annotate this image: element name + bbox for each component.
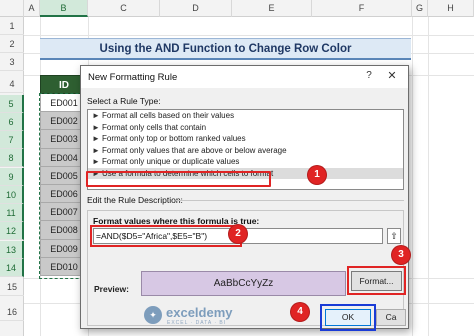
ok-highlight-box	[320, 304, 376, 331]
step-badge-4: 4	[291, 303, 309, 321]
grid-line	[412, 17, 413, 336]
row-header-14[interactable]: 14	[0, 259, 24, 277]
row-header-1[interactable]: 1	[0, 17, 24, 35]
column-header-c[interactable]: C	[88, 0, 160, 17]
arrow-right-icon: ►	[92, 157, 100, 166]
column-header-d[interactable]: D	[160, 0, 232, 17]
row-header-8[interactable]: 8	[0, 149, 24, 167]
grid-line	[24, 35, 474, 36]
row-header-11[interactable]: 11	[0, 204, 24, 222]
arrow-right-icon: ►	[92, 122, 100, 132]
divider	[176, 200, 404, 201]
preview-box: AaBbCcYyZz	[141, 271, 346, 296]
row-header-4[interactable]: 4	[0, 75, 24, 93]
column-header-g[interactable]: G	[412, 0, 428, 17]
row-header-15[interactable]: 15	[0, 278, 24, 296]
rule-type-item[interactable]: ► Format only unique or duplicate values	[88, 156, 403, 168]
column-header-bar: A B C D E F G H	[0, 0, 474, 17]
row-header-7[interactable]: 7	[0, 131, 24, 149]
sheet-title-cell[interactable]: Using the AND Function to Change Row Col…	[40, 38, 411, 60]
arrow-right-icon: ►	[92, 134, 100, 143]
arrow-right-icon: ►	[92, 145, 100, 155]
preview-label: Preview:	[94, 284, 129, 294]
row-header-10[interactable]: 10	[0, 186, 24, 204]
step-badge-2: 2	[229, 225, 247, 243]
column-header-a[interactable]: A	[24, 0, 40, 17]
rule-type-item[interactable]: ► Format all cells based on their values	[88, 110, 403, 122]
select-all-corner[interactable]	[0, 0, 24, 17]
new-formatting-rule-dialog: New Formatting Rule ? ✕ Select a Rule Ty…	[80, 65, 409, 331]
cancel-button[interactable]: Ca	[376, 309, 406, 326]
format-highlight-box	[347, 266, 406, 295]
exceldemy-watermark: ✦ exceldemy EXCEL · DATA · BI	[144, 304, 284, 328]
sheet-title: Using the AND Function to Change Row Col…	[99, 43, 352, 55]
row-header-12[interactable]: 12	[0, 222, 24, 240]
row-header-bar: 1 2 3 4 5 6 7 8 9 10 11 12 13 14 15 16	[0, 17, 24, 336]
step-badge-1: 1	[308, 166, 326, 184]
rule-type-item[interactable]: ► Format only top or bottom ranked values	[88, 133, 403, 145]
row-header-9[interactable]: 9	[0, 168, 24, 186]
watermark-name: exceldemy	[166, 305, 233, 320]
step-badge-3: 3	[392, 246, 410, 264]
row-header-13[interactable]: 13	[0, 241, 24, 259]
row-header-5[interactable]: 5	[0, 95, 24, 113]
help-icon[interactable]: ?	[362, 70, 376, 84]
collapse-dialog-icon[interactable]: ⇧	[387, 228, 401, 244]
row-header-3[interactable]: 3	[0, 53, 24, 71]
rule-type-highlight-box	[86, 171, 271, 187]
arrow-right-icon: ►	[92, 111, 100, 120]
row-header-16[interactable]: 16	[0, 303, 24, 321]
formula-highlight-box	[90, 225, 242, 247]
rule-type-item[interactable]: ► Format only values that are above or be…	[88, 145, 403, 157]
rule-type-item[interactable]: ► Format only cells that contain	[88, 122, 403, 134]
edit-rule-description-label: Edit the Rule Description:	[87, 195, 183, 205]
column-header-b[interactable]: B	[40, 0, 88, 17]
column-header-h[interactable]: H	[428, 0, 474, 17]
column-header-e[interactable]: E	[232, 0, 312, 17]
row-header-6[interactable]: 6	[0, 113, 24, 131]
exceldemy-logo-icon: ✦	[144, 306, 162, 324]
grid-line	[428, 17, 429, 336]
select-rule-type-label: Select a Rule Type:	[87, 96, 161, 106]
row-header-2[interactable]: 2	[0, 35, 24, 53]
watermark-tagline: EXCEL · DATA · BI	[167, 320, 227, 326]
dialog-title: New Formatting Rule	[88, 72, 178, 83]
dialog-titlebar[interactable]: New Formatting Rule ? ✕	[81, 66, 408, 88]
close-icon[interactable]: ✕	[384, 69, 400, 85]
column-header-f[interactable]: F	[312, 0, 412, 17]
